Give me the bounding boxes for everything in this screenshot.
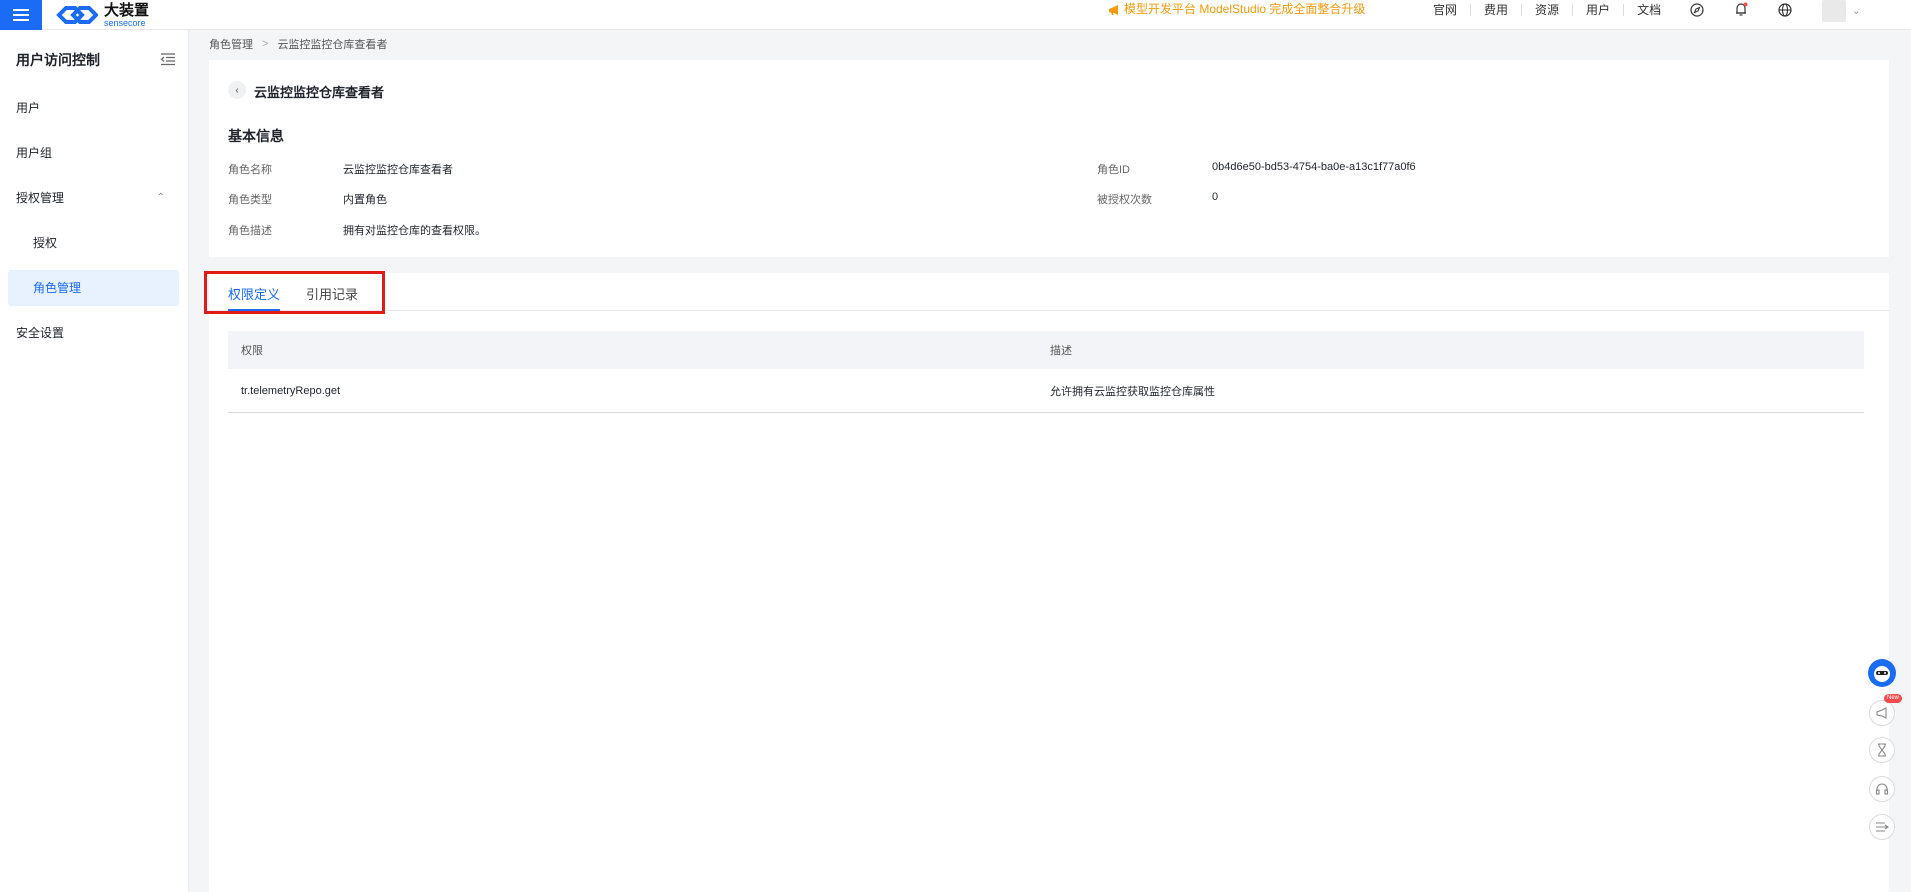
- grant-count-label: 被授权次数: [1097, 194, 1152, 206]
- highlight-box: [204, 271, 385, 314]
- top-bar: 大装置 sensecore 模型开发平台 ModelStudio 完成全面整合升…: [0, 0, 1911, 30]
- description-cell: 允许拥有云监控获取监控仓库属性: [1050, 385, 1215, 398]
- nav-billing[interactable]: 费用: [1471, 3, 1523, 16]
- role-type-label: 角色类型: [228, 194, 272, 206]
- logo-icon: [56, 6, 98, 24]
- role-id-label: 角色ID: [1097, 164, 1130, 176]
- avatar[interactable]: [1822, 0, 1846, 22]
- user-menu[interactable]: ⌄: [1822, 0, 1860, 22]
- promo-banner[interactable]: 模型开发平台 ModelStudio 完成全面整合升级: [1108, 0, 1365, 19]
- permissions-table: 权限 描述 tr.telemetryRepo.get 允许拥有云监控获取监控仓库…: [228, 331, 1864, 413]
- sidebar-item-authorization-management[interactable]: 授权管理 ⌃: [0, 180, 179, 216]
- logo-name-en: sensecore: [104, 17, 146, 28]
- grant-count-value: 0: [1212, 191, 1219, 203]
- sidebar-item-user-groups[interactable]: 用户组: [0, 135, 179, 171]
- breadcrumb: 角色管理 > 云监控监控仓库查看者: [209, 36, 387, 52]
- nav-official-site[interactable]: 官网: [1420, 3, 1472, 16]
- breadcrumb-role-management[interactable]: 角色管理: [209, 36, 253, 52]
- basic-info-card: ‹ 云监控监控仓库查看者 基本信息 角色名称 云监控监控仓库查看者 角色类型 内…: [209, 60, 1889, 257]
- nav-docs[interactable]: 文档: [1624, 4, 1674, 16]
- column-header-description: 描述: [1050, 345, 1072, 357]
- bell-icon[interactable]: [1730, 0, 1752, 19]
- sidebar-title: 用户访问控制: [16, 52, 100, 68]
- compass-icon[interactable]: [1686, 0, 1708, 19]
- page-title: 云监控监控仓库查看者: [254, 85, 385, 100]
- collapse-icon[interactable]: [1869, 814, 1895, 840]
- table-row: tr.telemetryRepo.get 允许拥有云监控获取监控仓库属性: [228, 369, 1864, 413]
- top-icons: [1686, 0, 1818, 19]
- logo-name-cn: 大装置: [104, 1, 150, 19]
- sidebar-item-users[interactable]: 用户: [0, 90, 179, 126]
- role-name-value: 云监控监控仓库查看者: [343, 164, 453, 176]
- promo-text: 模型开发平台 ModelStudio 完成全面整合升级: [1124, 2, 1366, 16]
- role-id-value: 0b4d6e50-bd53-4754-ba0e-a13c1f77a0f6: [1212, 161, 1416, 173]
- permissions-card: 权限定义 引用记录 权限 描述 tr.telemetryRepo.get 允许拥…: [209, 273, 1889, 892]
- globe-icon[interactable]: [1774, 0, 1796, 19]
- logo[interactable]: 大装置 sensecore: [56, 0, 149, 30]
- permission-cell: tr.telemetryRepo.get: [241, 384, 341, 397]
- tabs-bar: 权限定义 引用记录: [209, 273, 1889, 311]
- table-header: 权限 描述: [228, 331, 1864, 369]
- role-name-label: 角色名称: [228, 164, 272, 176]
- breadcrumb-separator-icon: >: [262, 38, 269, 50]
- new-badge: New: [1884, 694, 1903, 703]
- role-desc-value: 拥有对监控仓库的查看权限。: [343, 225, 486, 237]
- role-type-value: 内置角色: [343, 194, 387, 206]
- back-icon[interactable]: ‹: [228, 81, 246, 99]
- sidebar-item-security-settings[interactable]: 安全设置: [0, 315, 179, 351]
- top-nav: 官网 费用 资源 用户 文档: [1420, 0, 1674, 19]
- sidebar-item-role-management[interactable]: 角色管理: [8, 270, 179, 306]
- column-header-permission: 权限: [241, 345, 263, 357]
- assistant-bot-icon[interactable]: [1868, 659, 1896, 687]
- chevron-down-icon[interactable]: ⌄: [1852, 6, 1860, 17]
- breadcrumb-current: 云监控监控仓库查看者: [277, 39, 388, 51]
- headset-icon[interactable]: [1869, 776, 1895, 802]
- chevron-up-icon[interactable]: ⌃: [157, 180, 165, 216]
- megaphone-icon: [1109, 4, 1118, 15]
- section-title: 基本信息: [228, 128, 284, 144]
- sidebar: 用户访问控制 用户 用户组 授权管理 ⌃ 授权 角色管理 安全设置: [0, 30, 189, 892]
- sidebar-item-authorization[interactable]: 授权: [0, 225, 179, 261]
- announcement-icon[interactable]: [1869, 700, 1895, 726]
- role-desc-label: 角色描述: [228, 225, 272, 237]
- nav-resources[interactable]: 资源: [1522, 3, 1574, 16]
- hourglass-icon[interactable]: [1869, 737, 1895, 763]
- nav-users[interactable]: 用户: [1573, 3, 1625, 16]
- collapse-sidebar-icon[interactable]: [160, 52, 176, 66]
- hamburger-menu-icon[interactable]: [0, 0, 42, 30]
- sidebar-item-label: 授权管理: [16, 191, 65, 205]
